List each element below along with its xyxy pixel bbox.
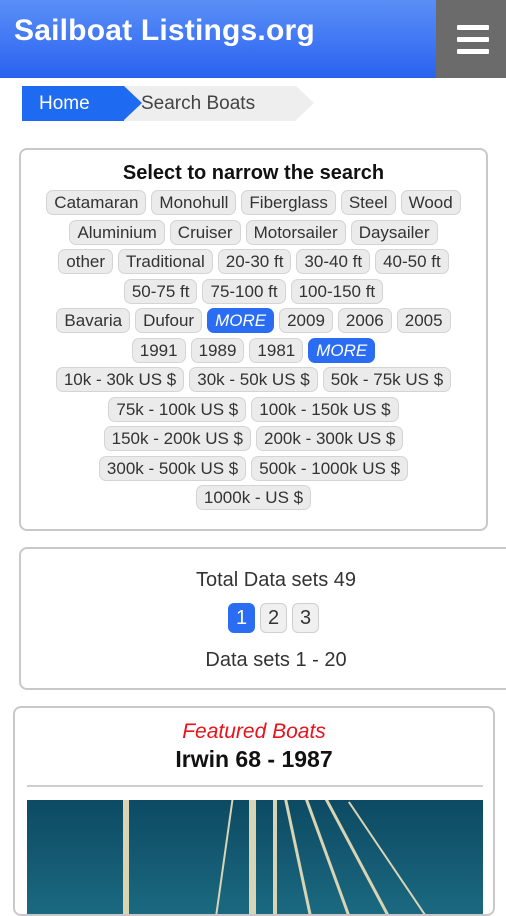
filter-row: 150k - 200k US $200k - 300k US $	[27, 426, 480, 456]
filter-chip[interactable]: 2006	[337, 308, 392, 333]
filter-chip[interactable]: 100k - 150k US $	[251, 396, 399, 422]
filter-chip[interactable]: Fiberglass	[241, 190, 336, 215]
mast-shape	[273, 800, 277, 914]
rigging-line	[303, 800, 354, 914]
featured-panel[interactable]: Featured Boats Irwin 68 - 1987	[13, 706, 495, 916]
filter-row: 1991 1989 1981 MORE	[27, 337, 480, 368]
filter-title: Select to narrow the search	[122, 162, 385, 184]
more-button[interactable]: MORE	[308, 337, 376, 363]
filter-chip[interactable]: 1000k - US $	[195, 485, 312, 510]
filter-row: 50-75 ft 75-100 ft 100-150 ft	[27, 278, 480, 309]
filter-chip[interactable]: 150k - 200k US $	[103, 426, 251, 451]
total-count: Total Data sets 49	[195, 569, 357, 591]
filter-chip[interactable]: 75k - 100k US $	[108, 396, 247, 422]
filter-chip[interactable]: 100-150 ft	[290, 278, 384, 304]
filter-chip[interactable]: Wood	[400, 190, 461, 215]
featured-boat-name[interactable]: Irwin 68 - 1987	[15, 746, 493, 773]
pagination: 123	[228, 603, 319, 633]
hamburger-menu-icon[interactable]	[436, 0, 506, 78]
page-button[interactable]: 1	[228, 603, 255, 633]
filter-chips: Catamaran Monohull Fiberglass Steel Wood Alum…	[27, 190, 480, 515]
result-range: Data sets 1 - 20	[205, 649, 347, 671]
filter-chip[interactable]: Aluminium	[69, 219, 165, 245]
filter-chip[interactable]: Steel	[340, 190, 396, 215]
filter-row: 10k - 30k US $30k - 50k US $50k - 75k US…	[27, 367, 480, 397]
results-panel: Total Data sets 49 123 Data sets 1 - 20	[19, 547, 506, 690]
filter-chip[interactable]: Traditional	[118, 249, 213, 274]
filter-chip[interactable]: Catamaran	[46, 190, 147, 215]
filter-chip[interactable]: 20-30 ft	[217, 249, 292, 274]
filter-row: Catamaran Monohull Fiberglass Steel Wood	[27, 190, 480, 220]
site-header: Sailboat Listings.org	[0, 0, 506, 78]
filter-chip[interactable]: Motorsailer	[245, 219, 346, 245]
site-title[interactable]: Sailboat Listings.org	[14, 14, 315, 48]
filter-chip[interactable]: 30-40 ft	[296, 249, 371, 274]
filter-chip[interactable]: Daysailer	[350, 219, 438, 245]
filter-chip[interactable]: Bavaria	[56, 308, 131, 333]
filter-chip[interactable]: 75-100 ft	[202, 278, 286, 304]
filter-chip[interactable]: 500k - 1000k US $	[251, 455, 409, 481]
rigging-line	[282, 800, 315, 914]
filter-chip[interactable]: 1981	[249, 337, 304, 363]
filter-chip[interactable]: Dufour	[135, 308, 203, 333]
mast-shape	[123, 800, 129, 914]
featured-boat-photo[interactable]	[27, 800, 483, 914]
filter-chip[interactable]: 40-50 ft	[375, 249, 449, 274]
filter-chip[interactable]: 50-75 ft	[123, 278, 198, 304]
featured-label: Featured Boats	[182, 720, 326, 743]
menu-bar	[457, 49, 489, 54]
menu-bar	[457, 25, 489, 30]
filter-chip[interactable]: Cruiser	[169, 219, 241, 245]
more-button[interactable]: MORE	[207, 308, 275, 333]
filter-chip[interactable]: Monohull	[151, 190, 237, 215]
breadcrumb-home[interactable]: Home	[22, 86, 142, 121]
breadcrumb-current: Search Boats	[124, 86, 314, 121]
filter-row: 300k - 500k US $500k - 1000k US $	[27, 455, 480, 486]
filter-chip[interactable]: 300k - 500k US $	[98, 455, 247, 481]
filter-row: 75k - 100k US $100k - 150k US $	[27, 396, 480, 427]
filter-row: Aluminium Cruiser Motorsailer Daysailer	[27, 219, 480, 250]
filter-chip[interactable]: 2005	[396, 308, 451, 333]
mast-shape	[249, 800, 256, 914]
menu-bar	[457, 37, 489, 42]
filter-chip[interactable]: 1991	[131, 337, 186, 363]
filter-chip[interactable]: 10k - 30k US $	[55, 367, 185, 392]
filter-row: 1000k - US $	[27, 485, 480, 515]
filter-panel: Select to narrow the search Catamaran Mon…	[19, 148, 488, 531]
filter-chip[interactable]: 1989	[190, 337, 245, 363]
page-button[interactable]: 2	[260, 603, 287, 633]
divider	[27, 785, 483, 787]
filter-chip[interactable]: 30k - 50k US $	[189, 367, 318, 392]
filter-row: Bavaria Dufour MORE 2009 2006 2005	[27, 308, 480, 338]
filter-chip[interactable]: 2009	[279, 308, 333, 333]
filter-chip[interactable]: 200k - 300k US $	[256, 426, 404, 451]
rigging-line	[213, 800, 235, 914]
filter-row: other Traditional 20-30 ft 30-40 ft 40-50 ft	[27, 249, 480, 279]
page-button[interactable]: 3	[292, 603, 319, 633]
filter-chip[interactable]: other	[58, 249, 114, 274]
filter-chip[interactable]: 50k - 75k US $	[322, 367, 452, 392]
